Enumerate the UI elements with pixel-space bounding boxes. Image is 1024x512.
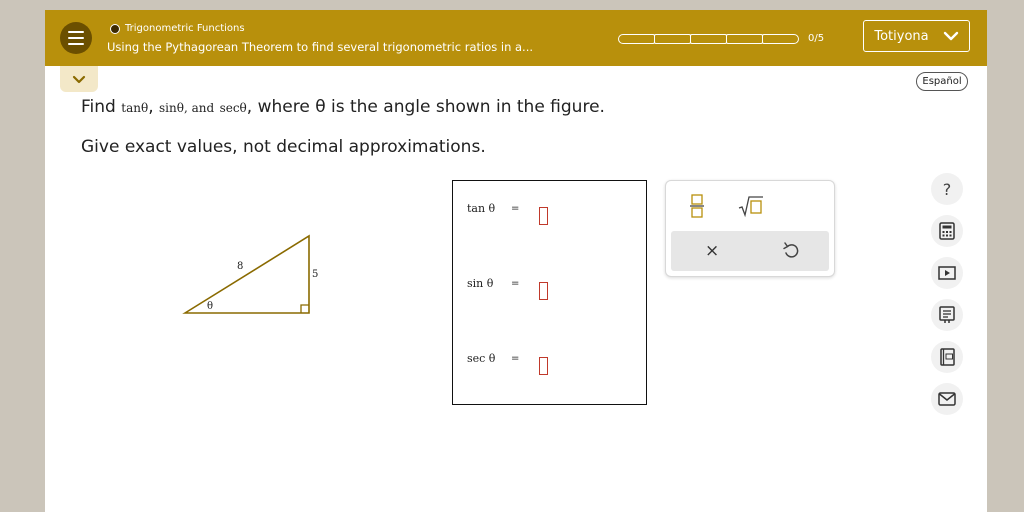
calculator-icon: [939, 222, 955, 240]
header-bar: Trigonometric Functions Using the Pythag…: [45, 10, 987, 66]
progress-segment: [690, 33, 727, 44]
question-and: , and: [183, 101, 215, 115]
equals-sign: =: [511, 202, 520, 214]
clear-button[interactable]: ×: [705, 241, 719, 261]
fraction-icon[interactable]: [690, 193, 704, 219]
question-find: Find: [81, 97, 116, 117]
progress-segment: [726, 33, 763, 44]
tan-label: tan θ: [467, 201, 496, 215]
hamburger-icon: [68, 31, 84, 33]
keypad-actions: ×: [671, 231, 829, 271]
progress-segment: [618, 33, 655, 44]
topic-dot-icon: [110, 23, 120, 34]
question-rest: , where θ is the angle shown in the figu…: [246, 97, 605, 117]
language-toggle-button[interactable]: Español: [916, 72, 968, 91]
message-button[interactable]: [931, 383, 963, 415]
mail-icon: [938, 392, 956, 406]
question-tan: tanθ: [121, 101, 149, 115]
calculator-button[interactable]: [931, 215, 963, 247]
sin-answer-input[interactable]: [539, 282, 548, 300]
video-play-icon: [938, 266, 956, 280]
question-sec: secθ: [219, 101, 247, 115]
progress-segment: [762, 33, 799, 44]
dictionary-icon: [940, 348, 955, 366]
question-instructions: Give exact values, not decimal approxima…: [81, 137, 486, 157]
opposite-side-label: 5: [312, 269, 318, 280]
undo-icon[interactable]: [781, 241, 801, 261]
formula-sheet-icon: [939, 306, 955, 323]
triangle-figure: 8 5 θ: [182, 234, 318, 314]
topic-row: Trigonometric Functions: [110, 23, 245, 34]
chevron-down-icon: [943, 31, 958, 41]
question-sep: ,: [148, 97, 154, 117]
tan-answer-input[interactable]: [539, 207, 548, 225]
math-keypad: ×: [665, 180, 835, 277]
topic-name: Trigonometric Functions: [125, 23, 245, 34]
user-menu-button[interactable]: Totiyona: [863, 20, 970, 52]
progress-bar: 0/5: [618, 33, 824, 44]
sec-label: sec θ: [467, 351, 496, 365]
right-triangle: [182, 234, 310, 314]
app-window: Trigonometric Functions Using the Pythag…: [45, 10, 987, 512]
chevron-down-icon: [72, 75, 86, 83]
equals-sign: =: [511, 277, 520, 289]
video-button[interactable]: [931, 257, 963, 289]
equals-sign: =: [511, 352, 520, 364]
hypotenuse-label: 8: [237, 261, 243, 272]
collapse-toggle[interactable]: [60, 66, 98, 92]
question-sin: sinθ: [159, 101, 184, 115]
user-name: Totiyona: [874, 28, 929, 44]
answer-box: tan θ = sin θ = sec θ =: [452, 180, 647, 405]
progress-count: 0/5: [808, 33, 825, 44]
square-root-icon[interactable]: [738, 193, 764, 219]
menu-button[interactable]: [60, 22, 92, 54]
right-angle-marker: [300, 304, 309, 313]
help-icon: ?: [942, 179, 952, 199]
help-button[interactable]: ?: [931, 173, 963, 205]
angle-label: θ: [207, 301, 213, 312]
sec-answer-input[interactable]: [539, 357, 548, 375]
formula-sheet-button[interactable]: [931, 299, 963, 331]
question-prompt: Find tanθ, sinθ, and secθ, where θ is th…: [81, 97, 605, 117]
lesson-title: Using the Pythagorean Theorem to find se…: [107, 40, 534, 54]
progress-segment: [654, 33, 691, 44]
glossary-button[interactable]: [931, 341, 963, 373]
sin-label: sin θ: [467, 276, 494, 290]
